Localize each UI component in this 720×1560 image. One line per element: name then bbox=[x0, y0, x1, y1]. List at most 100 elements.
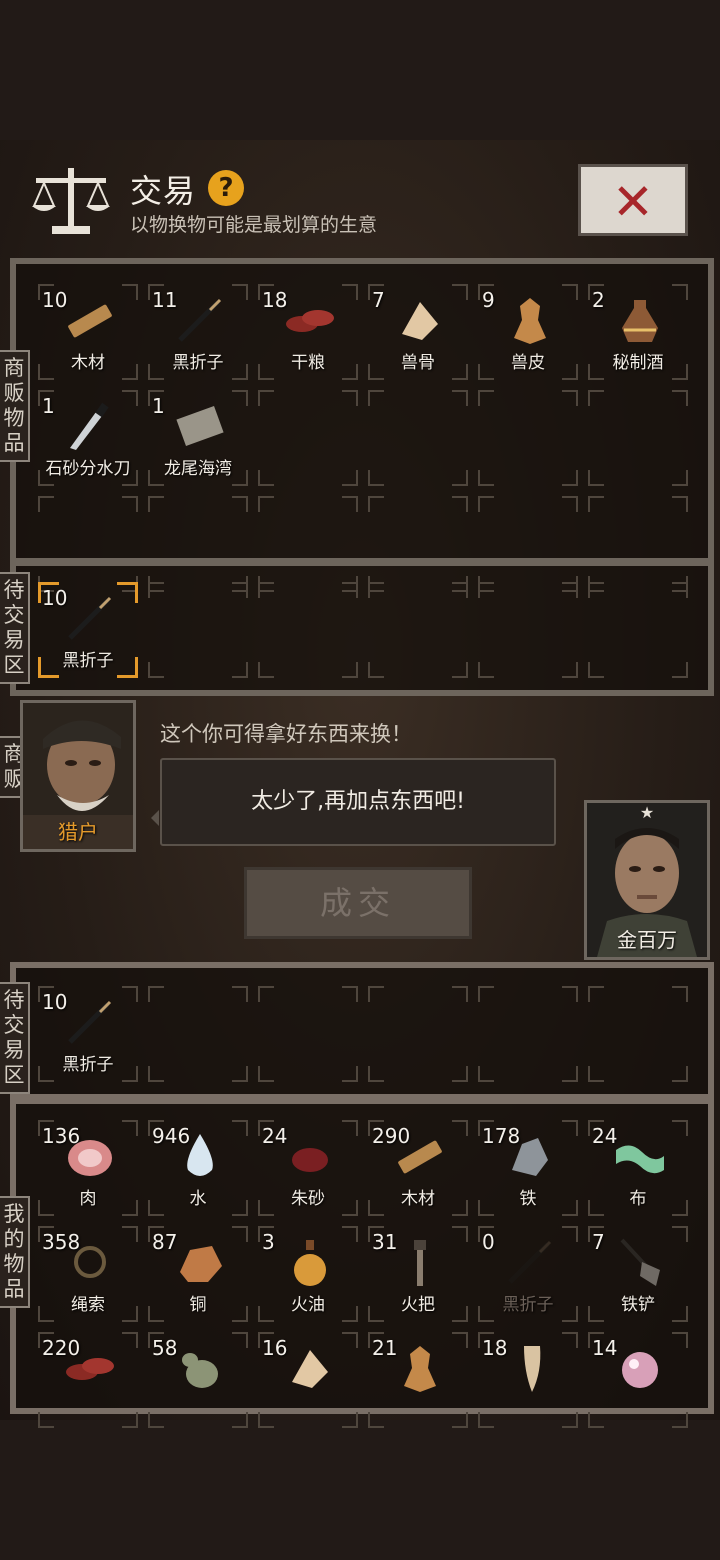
item-count: 1 bbox=[42, 394, 55, 418]
slot-corner bbox=[342, 470, 358, 486]
slot-corner bbox=[672, 470, 688, 486]
slot-corner bbox=[672, 986, 688, 1002]
wood-icon bbox=[392, 1130, 448, 1182]
empty-slot bbox=[478, 496, 578, 592]
item-slot[interactable]: 24 布 bbox=[588, 1120, 688, 1216]
dried-meat-icon bbox=[282, 294, 338, 346]
item-slot[interactable]: 18 干粮 bbox=[258, 284, 358, 380]
item-name: 木材 bbox=[71, 353, 105, 373]
slot-corner bbox=[562, 284, 578, 300]
water-drop-icon bbox=[172, 1130, 228, 1182]
slot-corner bbox=[258, 390, 274, 406]
item-slot[interactable]: 7 兽骨 bbox=[368, 284, 468, 380]
slot-corner bbox=[672, 1412, 688, 1428]
slot-corner bbox=[588, 390, 604, 406]
item-name: 铁铲 bbox=[621, 1295, 655, 1315]
empty-slot bbox=[258, 390, 358, 486]
item-slot[interactable]: 24 朱砂 bbox=[258, 1120, 358, 1216]
slot-corner bbox=[232, 1066, 248, 1082]
slot-corner bbox=[478, 1412, 494, 1428]
slot-corner bbox=[452, 1412, 468, 1428]
slot-corner bbox=[232, 284, 248, 300]
item-slot[interactable]: 946 水 bbox=[148, 1120, 248, 1216]
close-button[interactable]: ✕ bbox=[578, 164, 688, 236]
slot-corner bbox=[588, 1066, 604, 1082]
empty-slot bbox=[368, 496, 468, 592]
slot-corner bbox=[452, 284, 468, 300]
merchant-pending-label: 待交易区 bbox=[0, 572, 30, 684]
item-slot[interactable]: 14 bbox=[588, 1332, 688, 1428]
item-slot[interactable]: 2 秘制酒 bbox=[588, 284, 688, 380]
slot-corner bbox=[122, 1120, 138, 1136]
item-slot[interactable]: 3 火油 bbox=[258, 1226, 358, 1322]
slot-corner bbox=[562, 390, 578, 406]
item-slot[interactable]: 1 石砂分水刀 bbox=[38, 390, 138, 486]
item-name: 兽皮 bbox=[511, 353, 545, 373]
fire-striker-icon bbox=[172, 294, 228, 346]
item-slot[interactable]: 9 兽皮 bbox=[478, 284, 578, 380]
item-slot[interactable]: 1 龙尾海湾 bbox=[148, 390, 248, 486]
item-slot[interactable]: 136 肉 bbox=[38, 1120, 138, 1216]
item-slot[interactable]: 16 bbox=[258, 1332, 358, 1428]
beast-bone-icon bbox=[282, 1342, 338, 1394]
close-icon: ✕ bbox=[612, 173, 654, 231]
deal-button[interactable]: 成交 bbox=[244, 867, 472, 939]
oil-bottle-icon bbox=[282, 1236, 338, 1288]
item-count: 0 bbox=[482, 1230, 495, 1254]
empty-slot bbox=[148, 582, 248, 678]
slot-corner bbox=[122, 1226, 138, 1242]
slot-corner bbox=[122, 496, 138, 512]
help-icon[interactable]: ? bbox=[208, 170, 244, 206]
item-slot[interactable]: 290 木材 bbox=[368, 1120, 468, 1216]
wood-icon bbox=[62, 294, 118, 346]
item-count: 9 bbox=[482, 288, 495, 312]
page-subtitle: 以物换物可能是最划算的生意 bbox=[130, 214, 378, 236]
item-slot[interactable]: 58 bbox=[148, 1332, 248, 1428]
slot-corner bbox=[672, 662, 688, 678]
slot-corner bbox=[672, 1120, 688, 1136]
slot-corner bbox=[232, 986, 248, 1002]
fire-striker-icon bbox=[502, 1236, 558, 1288]
item-slot[interactable]: 10 黑折子 bbox=[38, 582, 138, 678]
item-name: 黑折子 bbox=[62, 1055, 114, 1075]
empty-slot bbox=[478, 390, 578, 486]
rank-star-icon: ★ bbox=[639, 803, 655, 822]
slot-corner bbox=[452, 496, 468, 512]
item-slot[interactable]: 18 bbox=[478, 1332, 578, 1428]
merchant-portrait[interactable]: 猎户 bbox=[20, 700, 136, 852]
dried-meat-icon bbox=[62, 1342, 118, 1394]
item-slot[interactable]: 31 火把 bbox=[368, 1226, 468, 1322]
item-slot[interactable]: 0 黑折子 bbox=[478, 1226, 578, 1322]
slot-corner bbox=[342, 582, 358, 598]
item-slot[interactable]: 178 铁 bbox=[478, 1120, 578, 1216]
slot-corner bbox=[368, 496, 384, 512]
item-name: 水 bbox=[189, 1189, 207, 1209]
slot-corner bbox=[452, 390, 468, 406]
slot-corner bbox=[122, 1332, 138, 1348]
slot-corner bbox=[452, 1332, 468, 1348]
item-slot[interactable]: 220 bbox=[38, 1332, 138, 1428]
beast-hide-icon bbox=[392, 1342, 448, 1394]
item-name: 木材 bbox=[401, 1189, 435, 1209]
item-slot[interactable]: 21 bbox=[368, 1332, 468, 1428]
slot-corner bbox=[342, 496, 358, 512]
slot-corner bbox=[342, 662, 358, 678]
empty-slot bbox=[368, 390, 468, 486]
empty-slot bbox=[148, 496, 248, 592]
item-slot[interactable]: 7 铁铲 bbox=[588, 1226, 688, 1322]
item-slot[interactable]: 87 铜 bbox=[148, 1226, 248, 1322]
scale-icon bbox=[32, 168, 110, 234]
slot-corner bbox=[368, 390, 384, 406]
item-count: 7 bbox=[592, 1230, 605, 1254]
slot-corner bbox=[672, 390, 688, 406]
slot-corner bbox=[478, 582, 494, 598]
item-slot[interactable]: 358 绳索 bbox=[38, 1226, 138, 1322]
item-slot[interactable]: 10 黑折子 bbox=[38, 986, 138, 1082]
item-slot[interactable]: 10 木材 bbox=[38, 284, 138, 380]
item-name: 火把 bbox=[401, 1295, 435, 1315]
player-portrait[interactable]: ★ 金百万 bbox=[584, 800, 710, 960]
slot-corner bbox=[232, 582, 248, 598]
item-slot[interactable]: 11 黑折子 bbox=[148, 284, 248, 380]
slot-corner bbox=[478, 390, 494, 406]
slot-corner bbox=[368, 582, 384, 598]
